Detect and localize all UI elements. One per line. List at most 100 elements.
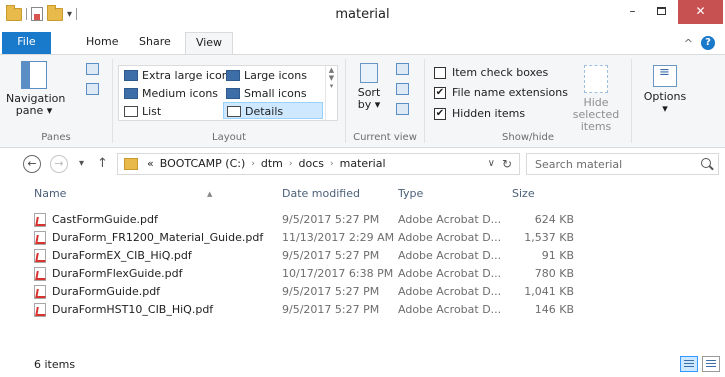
file-type: Adobe Acrobat D...	[398, 231, 502, 244]
breadcrumb-bootcamp[interactable]: BOOTCAMP (C:)	[157, 157, 249, 170]
tab-file[interactable]: File	[2, 32, 51, 54]
file-date: 9/5/2017 5:27 PM	[282, 213, 380, 226]
column-header-name[interactable]: Name ▲	[34, 183, 274, 205]
breadcrumb: « BOOTCAMP (C:) › dtm › docs › material	[144, 157, 389, 170]
recent-locations-chevron-icon[interactable]: ▾	[79, 155, 84, 173]
up-button[interactable]: ↑	[97, 155, 108, 173]
window-title: material	[335, 7, 390, 22]
item-check-boxes-toggle[interactable]: Item check boxes	[432, 65, 548, 81]
layout-gallery-scroll[interactable]: ▲ ▼ ▾	[325, 66, 337, 120]
hide-selected-items-button[interactable]: Hide selected items	[561, 65, 631, 133]
file-date: 11/13/2017 2:29 AM	[282, 231, 395, 244]
search-input[interactable]: Search material	[526, 153, 719, 175]
file-row[interactable]: CastFormGuide.pdf 9/5/2017 5:27 PM Adobe…	[34, 211, 594, 229]
tab-view[interactable]: View	[185, 32, 233, 55]
large-icons-view-icon[interactable]	[702, 356, 720, 372]
maximize-button[interactable]	[647, 0, 676, 24]
column-header-type[interactable]: Type	[398, 183, 498, 205]
file-date: 9/5/2017 5:27 PM	[282, 303, 380, 316]
file-size: 146 KB	[534, 303, 574, 316]
navigation-pane-icon	[21, 61, 47, 89]
column-header-date-modified[interactable]: Date modified	[282, 183, 392, 205]
sort-by-label-2: by ▾	[357, 98, 381, 111]
file-row[interactable]: DuraFormFlexGuide.pdf 10/17/2017 6:38 PM…	[34, 265, 594, 283]
layout-gallery: Extra large icons Large icons Medium ico…	[118, 65, 338, 121]
options-button[interactable]: Options ▾	[640, 65, 690, 115]
breadcrumb-material[interactable]: material	[337, 157, 389, 170]
options-icon	[653, 65, 677, 87]
pdf-file-icon	[34, 303, 46, 317]
address-history-chevron-icon[interactable]: ∨	[488, 158, 495, 169]
sort-by-button[interactable]: Sort by ▾	[354, 63, 384, 111]
show-hide-group: Item check boxes ✔ File name extensions …	[425, 55, 631, 147]
file-row[interactable]: DuraFormGuide.pdf 9/5/2017 5:27 PM Adobe…	[34, 283, 594, 301]
refresh-icon[interactable]: ↻	[502, 157, 512, 171]
hide-selected-icon	[584, 65, 608, 93]
search-placeholder: Search material	[535, 158, 623, 171]
close-button[interactable]: ✕	[678, 0, 723, 24]
file-row[interactable]: DuraForm_FR1200_Material_Guide.pdf 11/13…	[34, 229, 594, 247]
layout-extra-large-icons[interactable]: Extra large icons	[121, 67, 234, 84]
file-size: 91 KB	[541, 249, 574, 262]
file-name-extensions-toggle[interactable]: ✔ File name extensions	[432, 85, 568, 101]
details-view-icon[interactable]	[680, 356, 698, 372]
column-header-size[interactable]: Size	[512, 183, 592, 205]
layout-details[interactable]: Details	[223, 102, 323, 119]
item-check-boxes-checkbox[interactable]	[434, 67, 446, 79]
current-view-group-label: Current view	[353, 132, 417, 143]
options-caret-icon: ▾	[662, 102, 668, 115]
collapse-ribbon-icon[interactable]: ^	[684, 37, 693, 50]
file-name-extensions-checkbox[interactable]: ✔	[434, 87, 446, 99]
file-size: 780 KB	[534, 267, 574, 280]
pdf-file-icon	[34, 213, 46, 227]
hidden-items-toggle[interactable]: ✔ Hidden items	[432, 106, 525, 122]
file-name: DuraFormEX_CIB_HiQ.pdf	[52, 249, 192, 262]
add-columns-icon[interactable]	[396, 83, 409, 95]
options-group: Options ▾	[632, 55, 698, 147]
breadcrumb-separator-icon[interactable]: ›	[248, 159, 258, 169]
preview-pane-icon[interactable]	[86, 63, 99, 75]
breadcrumb-docs[interactable]: docs	[296, 157, 328, 170]
file-row[interactable]: DuraFormHST10_CIB_HiQ.pdf 9/5/2017 5:27 …	[34, 301, 594, 319]
search-icon[interactable]	[701, 158, 711, 168]
extra-large-icons-icon	[124, 70, 138, 81]
panes-group: Navigation pane ▾ Panes	[0, 55, 112, 147]
hidden-items-checkbox[interactable]: ✔	[434, 108, 446, 120]
breadcrumb-dtm[interactable]: dtm	[258, 157, 286, 170]
hide-selected-label: Hide selected	[572, 96, 620, 121]
layout-large-icons[interactable]: Large icons	[223, 67, 323, 84]
file-name: DuraFormGuide.pdf	[52, 285, 161, 298]
file-type: Adobe Acrobat D...	[398, 267, 502, 280]
file-type: Adobe Acrobat D...	[398, 249, 502, 262]
large-icons-icon	[226, 70, 240, 81]
pdf-file-icon	[34, 249, 46, 263]
minimize-button[interactable]: –	[618, 0, 647, 24]
back-button[interactable]: ←	[23, 155, 41, 173]
help-icon[interactable]: ?	[701, 36, 715, 50]
file-row[interactable]: DuraFormEX_CIB_HiQ.pdf 9/5/2017 5:27 PM …	[34, 247, 594, 265]
breadcrumb-overflow[interactable]: «	[144, 157, 157, 170]
details-pane-icon[interactable]	[86, 83, 99, 95]
maximize-icon	[657, 7, 666, 15]
breadcrumb-separator-icon[interactable]: ›	[327, 159, 337, 169]
tab-share[interactable]: Share	[139, 32, 171, 54]
file-name: DuraFormHST10_CIB_HiQ.pdf	[52, 303, 214, 316]
tab-home[interactable]: Home	[86, 32, 118, 54]
title-bar: ▾ material – ✕	[0, 0, 725, 30]
file-size: 1,537 KB	[524, 231, 574, 244]
navigation-pane-button[interactable]: Navigation pane ▾	[6, 61, 65, 117]
ribbon: Navigation pane ▾ Panes Extra large icon…	[0, 54, 725, 148]
status-bar: 6 items	[0, 352, 725, 377]
layout-medium-icons[interactable]: Medium icons	[121, 85, 221, 102]
pdf-file-icon	[34, 285, 46, 299]
group-by-icon[interactable]	[396, 63, 409, 75]
file-type: Adobe Acrobat D...	[398, 303, 502, 316]
forward-button[interactable]: →	[50, 155, 68, 173]
layout-list[interactable]: List	[121, 103, 221, 120]
layout-small-icons[interactable]: Small icons	[223, 85, 323, 102]
breadcrumb-separator-icon[interactable]: ›	[286, 159, 296, 169]
address-box[interactable]: « BOOTCAMP (C:) › dtm › docs › material …	[117, 153, 520, 175]
details-icon	[227, 106, 241, 117]
size-columns-icon[interactable]	[396, 103, 409, 115]
ribbon-tabs: File Home Share View ^ ?	[0, 30, 725, 55]
